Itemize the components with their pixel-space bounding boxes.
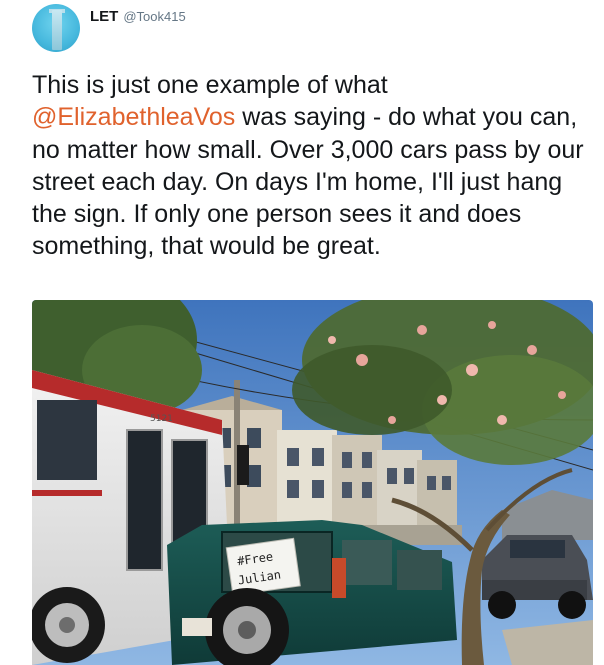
avatar[interactable] [32, 4, 80, 52]
author-handle[interactable]: @Took415 [123, 9, 185, 24]
photo-scene: 5121 #Free Julian [32, 300, 593, 665]
mention-link[interactable]: @ElizabethleaVos [32, 103, 235, 131]
tweet-text: This is just one example of what @Elizab… [32, 69, 592, 263]
tweet-photo[interactable]: 5121 #Free Julian [32, 300, 593, 665]
free-julian-sign: #Free Julian [225, 537, 301, 596]
bus-number: 5121 [150, 414, 173, 424]
tweet-text-part1: This is just one example of what [32, 71, 388, 99]
author-row: LET @Took415 [90, 8, 186, 25]
author-display-name[interactable]: LET [90, 8, 118, 25]
avatar-tower-body [52, 10, 62, 50]
